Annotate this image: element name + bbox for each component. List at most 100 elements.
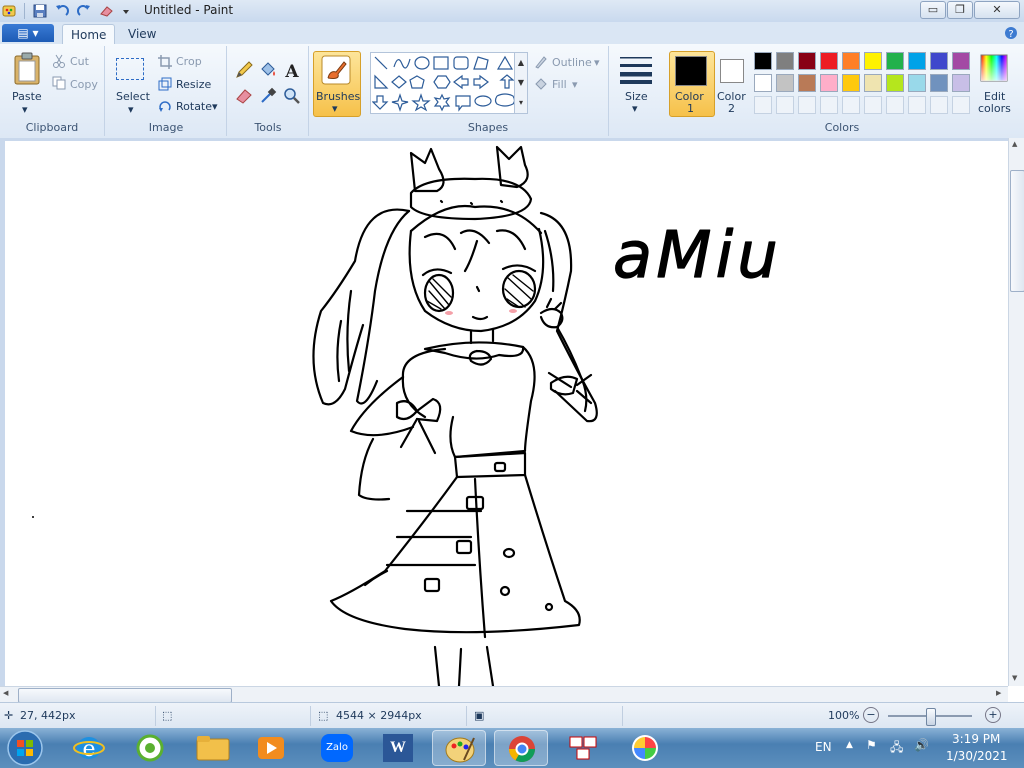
scroll-down-arrow[interactable]: ▼ [1012,674,1017,682]
fill-dropdown-arrow[interactable]: ▾ [572,78,578,91]
palette-swatch[interactable] [798,74,816,92]
edit-colors-line2[interactable]: colors [978,102,1011,115]
action-center-flag-icon[interactable]: ⚑ [866,738,877,752]
horizontal-scroll-thumb[interactable] [18,688,232,703]
palette-swatch[interactable] [776,74,794,92]
palette-swatch[interactable] [820,52,838,70]
clock-time[interactable]: 3:19 PM [952,732,1000,746]
pencil-icon[interactable] [234,60,254,80]
custom-color-slot[interactable] [776,96,794,114]
start-orb-icon[interactable] [6,729,44,767]
outline-button[interactable]: Outline [552,56,592,69]
color-picker-icon[interactable] [258,86,278,106]
palette-swatch[interactable] [930,52,948,70]
custom-color-slot[interactable] [798,96,816,114]
paste-dropdown-arrow[interactable]: ▾ [22,103,28,116]
show-hidden-icons-icon[interactable]: ▲ [846,740,853,750]
drawing-canvas[interactable]: aMiu [5,141,1008,686]
custom-color-slot[interactable] [754,96,772,114]
taskbar-color-app[interactable] [618,730,672,766]
color2-button[interactable] [720,59,744,83]
palette-swatch[interactable] [842,52,860,70]
palette-swatch[interactable] [886,52,904,70]
shapes-scroll[interactable]: ▲ ▼ ▾ [514,52,528,114]
custom-color-slot[interactable] [842,96,860,114]
vertical-scroll-thumb[interactable] [1010,170,1024,292]
palette-swatch[interactable] [754,74,772,92]
paint-menu-button[interactable]: ▤ ▾ [2,24,54,42]
zoom-out-button[interactable]: − [863,707,879,723]
language-indicator[interactable]: EN [815,740,832,754]
paste-button[interactable]: Paste [12,90,42,103]
select-button[interactable]: Select [116,90,150,103]
zoom-slider-thumb[interactable] [926,708,936,726]
resize-button[interactable]: Resize [176,78,211,91]
customize-quick-access-icon[interactable] [118,3,134,19]
taskbar-unikey[interactable] [556,730,610,766]
eraser-quick-icon[interactable] [98,3,114,19]
size-dropdown-arrow[interactable]: ▾ [632,102,638,115]
taskbar-chrome[interactable] [494,730,548,766]
palette-swatch[interactable] [798,52,816,70]
taskbar-internet-explorer[interactable]: e [62,730,116,766]
taskbar-paint[interactable] [432,730,486,766]
fill-bucket-icon[interactable] [258,60,278,80]
help-icon[interactable]: ? [1004,26,1018,40]
taskbar-file-explorer[interactable] [186,730,240,766]
palette-swatch[interactable] [930,74,948,92]
palette-swatch[interactable] [864,52,882,70]
minimize-button[interactable]: ▭ [920,1,946,19]
fill-button[interactable]: Fill [552,78,567,91]
scroll-up-arrow[interactable]: ▲ [1012,140,1017,148]
paint-app-icon[interactable] [2,3,18,19]
taskbar-coccoc[interactable] [124,730,178,766]
scroll-left-arrow[interactable]: ◀ [3,689,8,697]
eraser-icon[interactable] [234,86,254,106]
size-icon[interactable] [620,56,652,84]
select-icon[interactable] [116,58,144,80]
palette-swatch[interactable] [754,52,772,70]
custom-color-slot[interactable] [886,96,904,114]
scroll-right-arrow[interactable]: ▶ [996,689,1001,697]
zoom-in-button[interactable]: + [985,707,1001,723]
horizontal-scrollbar[interactable]: ◀ ▶ [0,686,1008,703]
restore-button[interactable]: ❐ [947,1,973,19]
undo-icon[interactable] [54,3,70,19]
tab-view[interactable]: View [120,24,164,44]
custom-color-slot[interactable] [820,96,838,114]
clock-date[interactable]: 1/30/2021 [946,749,1008,763]
select-dropdown-arrow[interactable]: ▾ [128,103,134,116]
close-button[interactable]: ✕ [974,1,1020,19]
tab-home[interactable]: Home [62,24,116,45]
volume-icon[interactable]: 🔊 [914,738,929,752]
rotate-dropdown-arrow[interactable]: ▾ [212,100,218,113]
cut-button[interactable]: Cut [70,55,89,68]
palette-swatch[interactable] [952,52,970,70]
paste-icon[interactable] [12,52,42,86]
custom-color-slot[interactable] [864,96,882,114]
taskbar-zalo[interactable]: Zalo [310,730,364,766]
palette-swatch[interactable] [842,74,860,92]
vertical-scrollbar[interactable]: ▲ ▼ [1008,138,1024,686]
palette-swatch[interactable] [908,74,926,92]
edit-colors-icon[interactable] [980,54,1008,82]
copy-button[interactable]: Copy [70,78,98,91]
custom-color-slot[interactable] [908,96,926,114]
save-icon[interactable] [32,3,48,19]
text-tool-icon[interactable]: A [282,60,302,80]
taskbar-word[interactable]: W [372,730,426,766]
palette-swatch[interactable] [820,74,838,92]
redo-icon[interactable] [76,3,92,19]
magnifier-icon[interactable] [282,86,302,106]
crop-button[interactable]: Crop [176,55,202,68]
rotate-button[interactable]: Rotate [176,100,212,113]
custom-color-slot[interactable] [930,96,948,114]
outline-dropdown-arrow[interactable]: ▾ [594,56,600,69]
palette-swatch[interactable] [886,74,904,92]
custom-color-slot[interactable] [952,96,970,114]
taskbar-media-player[interactable] [244,730,298,766]
palette-swatch[interactable] [952,74,970,92]
palette-swatch[interactable] [864,74,882,92]
palette-swatch[interactable] [776,52,794,70]
palette-swatch[interactable] [908,52,926,70]
